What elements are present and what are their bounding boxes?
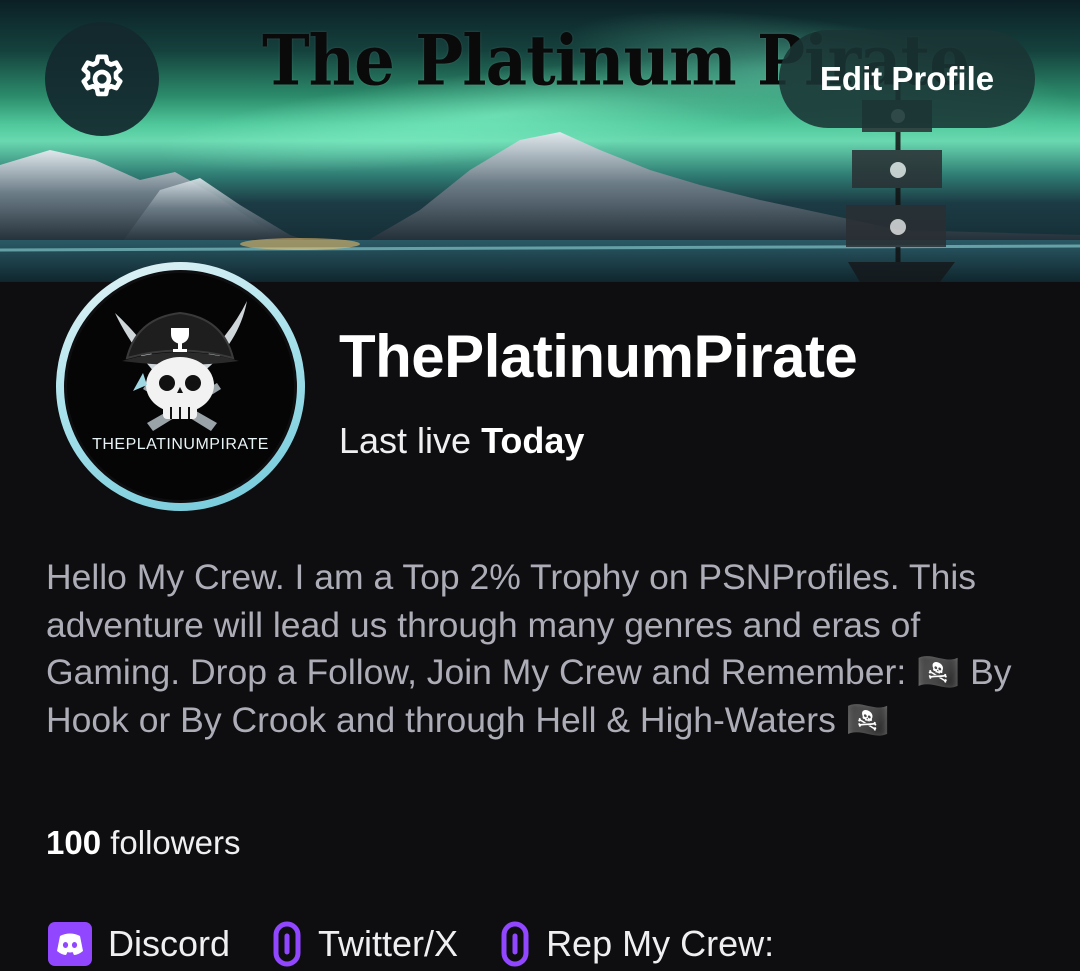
social-link-twitter[interactable]: Twitter/X: [270, 920, 458, 968]
social-link-label: Rep My Crew:: [546, 923, 775, 964]
followers-label: followers: [110, 824, 241, 861]
link-icon: [270, 920, 304, 968]
last-live-status: Last live Today: [339, 420, 584, 462]
pirate-skull-logo: [115, 301, 247, 431]
social-link-rep-my-crew[interactable]: Rep My Crew:: [498, 920, 774, 968]
avatar[interactable]: THEPLATINUMPIRATE: [56, 262, 305, 511]
social-links: Discord Twitter/X Rep My Crew:: [46, 916, 814, 971]
link-icon: [498, 920, 532, 968]
followers-number: 100: [46, 824, 102, 861]
social-link-discord[interactable]: Discord: [46, 920, 230, 968]
social-link-label: Discord: [108, 923, 231, 964]
social-link-label: Twitter/X: [318, 923, 459, 964]
gear-icon: [81, 54, 123, 97]
discord-icon: [46, 920, 94, 968]
profile-bio: Hello My Crew. I am a Top 2% Trophy on P…: [46, 557, 1012, 740]
last-live-value: Today: [481, 420, 585, 461]
followers-count[interactable]: 100 followers: [46, 824, 240, 862]
edit-profile-button[interactable]: Edit Profile: [779, 30, 1035, 128]
avatar-logo-text: THEPLATINUMPIRATE: [92, 436, 269, 453]
settings-button[interactable]: [45, 22, 159, 136]
last-live-label: Last live: [339, 420, 472, 461]
display-name: ThePlatinumPirate: [339, 323, 858, 390]
